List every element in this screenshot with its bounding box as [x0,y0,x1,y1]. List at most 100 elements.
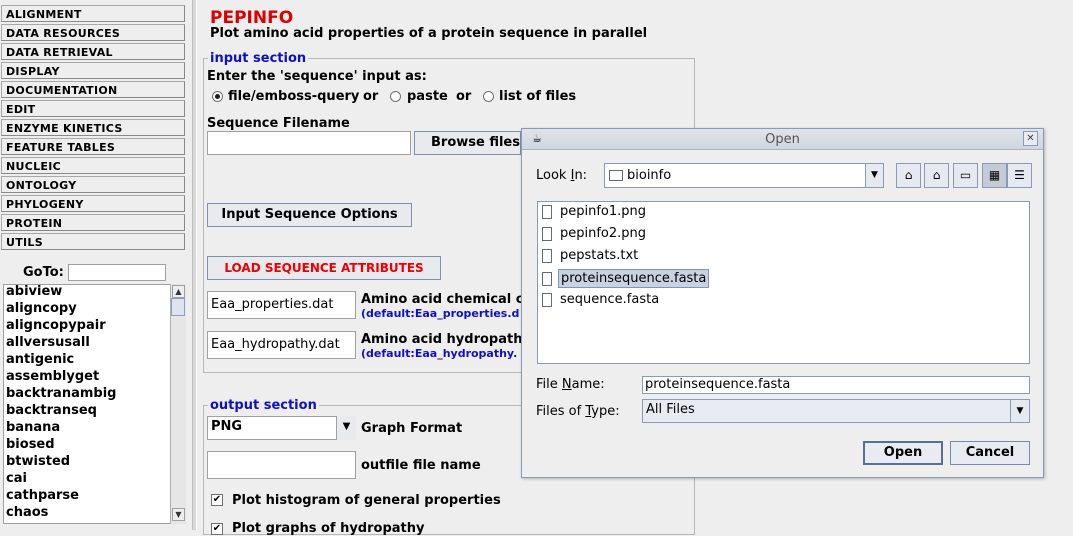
program-list-item[interactable]: cai [6,471,27,486]
file-name-label: File Name: [536,377,605,392]
file-item-selected[interactable]: proteinsequence.fasta [542,269,710,289]
goto-label: GoTo: [23,265,64,280]
open-file-dialog: ☕ Open ✕ Look In: bioinfo ▼ ⌂ ⌂ ▭ ▦ ☰ pe… [521,128,1044,478]
chevron-down-icon[interactable]: ▼ [336,416,356,440]
goto-input[interactable] [68,264,166,281]
histogram-checkbox-label[interactable]: Plot histogram of general properties [232,493,501,508]
chevron-down-icon[interactable]: ▼ [865,163,884,188]
radio-file-query-label[interactable]: file/emboss-query [228,89,359,104]
program-list-item[interactable]: aligncopy [6,301,77,316]
file-item[interactable]: pepinfo1.png [542,203,648,223]
look-in-select[interactable]: bioinfo [604,163,884,188]
program-list-item[interactable]: banana [6,420,60,435]
program-list-item[interactable]: allversusall [6,335,90,350]
program-list-item[interactable]: assemblyget [6,369,99,384]
up-one-level-icon[interactable]: ⌂ [896,163,921,188]
file-type-label: Files of Type: [536,404,620,419]
input-sequence-options-button[interactable]: Input Sequence Options [207,203,412,227]
menu-category-button[interactable]: DATA RESOURCES [1,24,185,41]
hydropathy-checkbox-label[interactable]: Plot graphs of hydropathy [232,521,424,536]
file-type-select[interactable]: All Files [642,399,1030,423]
file-name-input[interactable]: proteinsequence.fasta [642,376,1030,394]
graph-format-value: PNG [211,419,243,434]
menu-category-button[interactable]: PROTEIN [1,214,185,231]
look-in-value: bioinfo [627,168,672,183]
hydropathy-checkbox[interactable]: ✔ [211,523,223,535]
dialog-titlebar[interactable]: ☕ Open ✕ [522,129,1043,150]
chevron-down-icon[interactable]: ▼ [1010,399,1030,423]
program-list-item[interactable]: backtranambig [6,386,116,401]
file-item[interactable]: sequence.fasta [542,291,661,311]
folder-icon [609,170,623,181]
menu-category-button[interactable]: DATA RETRIEVAL [1,43,185,60]
file-icon [542,204,552,219]
input-mode-prompt: Enter the 'sequence' input as: [207,69,427,84]
scrollbar-thumb[interactable] [171,298,185,316]
menu-category-button[interactable]: ALIGNMENT [1,5,185,22]
file-icon [542,226,552,241]
category-menu: ALIGNMENT DATA RESOURCES DATA RETRIEVAL DIS… [0,0,188,252]
file-list[interactable]: pepinfo1.png pepinfo2.png pepstats.txt p… [537,201,1030,364]
home-icon[interactable]: ⌂ [924,163,949,188]
radio-list-of-files[interactable] [483,91,494,102]
sequence-filename-label: Sequence Filename [207,116,350,131]
menu-category-button[interactable]: ONTOLOGY [1,176,185,193]
radio-list-of-files-label[interactable]: list of files [499,89,576,104]
program-list[interactable]: abiview aligncopy aligncopypair allversusal… [3,284,186,524]
dialog-title: Open [765,132,800,147]
chemical-classes-input[interactable]: Eaa_properties.dat [207,291,356,319]
split-pane-divider[interactable] [192,0,197,530]
open-button[interactable]: Open [863,441,943,465]
or-label: or [456,89,472,104]
cancel-button[interactable]: Cancel [950,441,1030,465]
program-list-item[interactable]: antigenic [6,352,74,367]
load-sequence-attributes-button[interactable]: LOAD SEQUENCE ATTRIBUTES [207,256,441,280]
file-icon [542,271,552,286]
close-icon[interactable]: ✕ [1023,131,1038,146]
menu-category-button[interactable]: NUCLEIC [1,157,185,174]
file-item[interactable]: pepstats.txt [542,247,640,267]
list-view-icon[interactable]: ▦ [982,163,1007,188]
program-list-item[interactable]: aligncopypair [6,318,106,333]
app-title: PEPINFO [210,8,294,28]
program-list-item[interactable]: backtranseq [6,403,97,418]
graph-format-select[interactable]: PNG [207,416,356,440]
program-list-item[interactable]: btwisted [6,454,70,469]
menu-category-button[interactable]: UTILS [1,233,185,250]
menu-category-button[interactable]: DOCUMENTATION [1,81,185,98]
hydropathy-label: Amino acid hydropathy [361,332,521,347]
input-section-title: input section [208,51,309,66]
new-folder-icon[interactable]: ▭ [953,163,978,188]
hydropathy-input[interactable]: Eaa_hydropathy.dat [207,331,356,359]
radio-paste-label[interactable]: paste [407,89,448,104]
program-list-item[interactable]: abiview [6,285,62,299]
file-icon [542,292,552,307]
radio-paste[interactable] [390,91,401,102]
menu-category-button[interactable]: EDIT [1,100,185,117]
scroll-up-arrow-icon[interactable]: ▲ [172,285,185,298]
program-list-scrollbar[interactable]: ▲ ▼ [170,284,186,524]
sequence-filename-input[interactable] [207,131,411,155]
details-view-icon[interactable]: ☰ [1007,163,1032,188]
outfile-input[interactable] [207,451,356,479]
menu-category-button[interactable]: ENZYME KINETICS [1,119,185,136]
menu-category-button[interactable]: DISPLAY [1,62,185,79]
histogram-checkbox[interactable]: ✔ [211,494,223,506]
graph-format-label: Graph Format [361,421,463,436]
app-description: Plot amino acid properties of a protein … [210,26,648,41]
output-section-title: output section [208,398,319,413]
radio-file-query[interactable] [212,91,223,102]
browse-files-button[interactable]: Browse files... [414,131,521,155]
look-in-label: Look In: [536,168,588,183]
program-list-item[interactable]: cathparse [6,488,79,503]
program-list-item[interactable]: biosed [6,437,55,452]
outfile-label: outfile file name [361,458,481,473]
menu-category-button[interactable]: PHYLOGENY [1,195,185,212]
menu-category-button[interactable]: FEATURE TABLES [1,138,185,155]
program-list-item[interactable]: chaos [6,505,48,520]
file-item[interactable]: pepinfo2.png [542,225,648,245]
scroll-down-arrow-icon[interactable]: ▼ [172,508,185,521]
chemical-classes-label: Amino acid chemical cla [361,292,521,307]
hydropathy-default: (default:Eaa_hydropathy. [361,347,518,360]
file-icon [542,248,552,263]
